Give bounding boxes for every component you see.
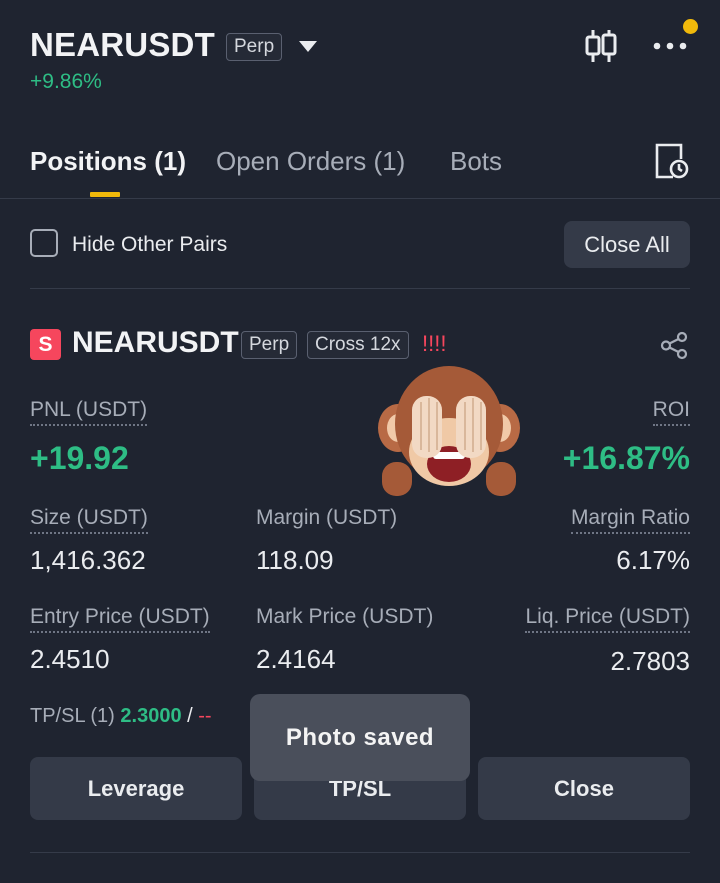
- leverage-button[interactable]: Leverage: [30, 757, 242, 820]
- roi-value: +16.87%: [562, 440, 690, 476]
- hide-other-pairs-checkbox[interactable]: [30, 229, 58, 257]
- position-perp-tag: Perp: [241, 331, 298, 359]
- bottom-divider: [30, 852, 690, 853]
- order-history-icon[interactable]: [654, 142, 690, 185]
- tab-bots[interactable]: Bots: [450, 146, 502, 177]
- more-options-icon[interactable]: [652, 36, 688, 61]
- section-divider: [30, 288, 690, 289]
- margin-value: 118.09: [256, 545, 334, 575]
- share-icon[interactable]: [660, 331, 689, 365]
- entry-price-label[interactable]: Entry Price (USDT): [30, 605, 210, 633]
- stop-loss-value: --: [198, 705, 212, 727]
- pnl-value: +19.92: [30, 440, 129, 476]
- margin-label: Margin (USDT): [256, 506, 398, 529]
- price-change: +9.86%: [30, 70, 102, 93]
- take-profit-value: 2.3000: [120, 705, 182, 727]
- symbol-title[interactable]: NEARUSDT: [30, 26, 215, 64]
- position-symbol[interactable]: NEARUSDT: [72, 326, 239, 360]
- close-all-button[interactable]: Close All: [564, 221, 690, 268]
- see-no-evil-monkey-icon: [376, 362, 522, 503]
- liq-price-label[interactable]: Liq. Price (USDT): [525, 605, 690, 633]
- tabs-divider: [0, 198, 720, 199]
- tab-positions[interactable]: Positions (1): [30, 146, 186, 177]
- entry-price-value: 2.4510: [30, 644, 110, 674]
- roi-label[interactable]: ROI: [652, 398, 690, 426]
- margin-mode-tag: Cross 12x: [307, 331, 409, 359]
- toast-notification: Photo saved: [250, 694, 470, 781]
- risk-warning: !!!!: [422, 331, 447, 356]
- size-value: 1,416.362: [30, 545, 146, 575]
- active-tab-indicator: [90, 192, 120, 197]
- mark-price-label: Mark Price (USDT): [256, 605, 434, 628]
- pnl-label[interactable]: PNL (USDT): [30, 398, 148, 426]
- liq-price-value: 2.7803: [610, 646, 690, 676]
- short-side-badge: S: [30, 329, 61, 360]
- candlestick-chart-icon[interactable]: [584, 28, 618, 69]
- tpsl-separator: /: [187, 705, 193, 727]
- hide-other-pairs-label[interactable]: Hide Other Pairs: [72, 233, 227, 257]
- close-position-button[interactable]: Close: [478, 757, 690, 820]
- notification-dot: [683, 19, 698, 34]
- tab-open-orders[interactable]: Open Orders (1): [216, 146, 405, 177]
- tpsl-summary[interactable]: TP/SL (1) 2.3000 / --: [30, 705, 212, 728]
- margin-ratio-label[interactable]: Margin Ratio: [570, 506, 690, 534]
- chevron-down-icon[interactable]: [298, 40, 318, 59]
- perp-tag: Perp: [226, 33, 283, 61]
- tpsl-label: TP/SL (1): [30, 705, 115, 727]
- mark-price-value: 2.4164: [256, 644, 336, 674]
- size-label[interactable]: Size (USDT): [30, 506, 148, 534]
- margin-ratio-value: 6.17%: [616, 545, 690, 575]
